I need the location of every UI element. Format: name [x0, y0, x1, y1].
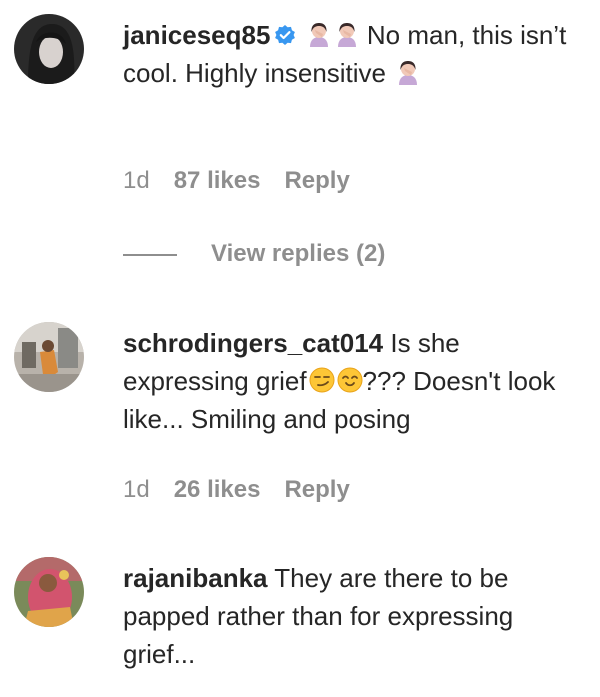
avatar[interactable]	[14, 322, 84, 392]
woman-facepalming-icon	[306, 19, 332, 47]
woman-facepalming-icon	[334, 19, 360, 47]
comment-username[interactable]: schrodingers_cat014	[123, 328, 383, 358]
smiling-closed-eyes-icon	[337, 365, 363, 393]
comment-meta: 1d 26 likes Reply	[123, 475, 374, 505]
comment-body: janiceseq85 No man, this isn’t cool. Hig…	[123, 16, 578, 92]
smirking-face-icon	[309, 365, 335, 393]
likes-count[interactable]: 87 likes	[174, 167, 261, 194]
reply-button[interactable]: Reply	[284, 476, 349, 503]
comment-username[interactable]: rajanibanka	[123, 563, 268, 593]
comment-time: 1d	[123, 167, 150, 194]
comment-body: schrodingers_cat014 Is she expressing gr…	[123, 324, 578, 438]
comment-username[interactable]: janiceseq85	[123, 20, 270, 50]
avatar[interactable]	[14, 557, 84, 627]
comment-time: 1d	[123, 476, 150, 503]
view-replies-button[interactable]: View replies (2)	[123, 239, 385, 269]
likes-count[interactable]: 26 likes	[174, 476, 261, 503]
reply-button[interactable]: Reply	[284, 167, 349, 194]
avatar[interactable]	[14, 14, 84, 84]
verified-badge-icon	[274, 18, 296, 45]
woman-facepalming-icon	[395, 57, 421, 85]
divider-line	[123, 253, 177, 256]
comment-meta: 1d 87 likes Reply	[123, 166, 374, 196]
view-replies-label: View replies (2)	[211, 240, 386, 267]
comment-body: rajanibanka They are there to be papped …	[123, 559, 578, 673]
